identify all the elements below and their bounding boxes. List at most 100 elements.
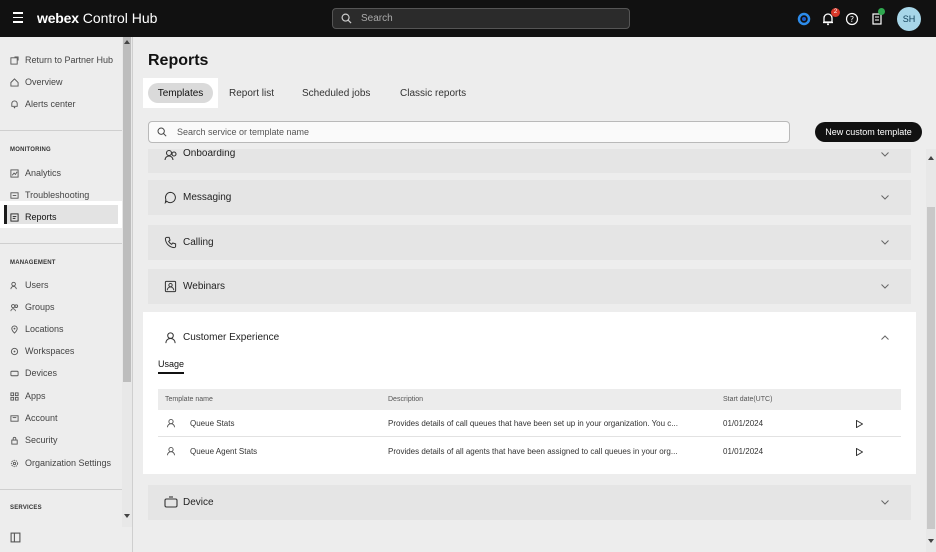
sidebar-item-return-to-partner-hub[interactable]: Return to Partner Hub [10, 52, 113, 68]
top-bar: webex Control Hub Search 2 ? SH [0, 0, 936, 37]
sidebar-divider [0, 130, 122, 131]
device-icon [164, 496, 178, 508]
sidebar-item-account[interactable]: Account [10, 410, 58, 426]
chevron-down-icon [881, 500, 889, 505]
main-content: Reports Templates Report list Scheduled … [133, 37, 936, 552]
tab-classic-reports[interactable]: Classic reports [400, 78, 466, 108]
scroll-up-icon[interactable] [928, 155, 934, 160]
template-description: Provides details of call queues that hav… [388, 419, 678, 428]
sidebar-divider [0, 243, 122, 244]
chevron-down-icon [881, 240, 889, 245]
template-description: Provides details of all agents that have… [388, 447, 678, 456]
customer-experience-icon [165, 332, 176, 344]
home-icon [10, 77, 19, 87]
search-icon [341, 13, 352, 24]
sidebar-heading-services: SERVICES [10, 505, 42, 511]
scroll-up-icon[interactable] [124, 39, 130, 44]
sidebar: Return to Partner Hub Overview Alerts ce… [0, 37, 133, 552]
column-template-name: Template name [165, 396, 213, 403]
account-icon [10, 414, 19, 422]
section-device[interactable]: Device [148, 485, 911, 520]
subtab-usage[interactable]: Usage [158, 359, 185, 374]
table-header: Template name Description Start date(UTC… [158, 389, 901, 410]
section-messaging[interactable]: Messaging [148, 180, 911, 215]
avatar[interactable]: SH [897, 7, 921, 31]
customer-experience-icon [166, 418, 176, 428]
sidebar-item-groups[interactable]: Groups [10, 299, 55, 315]
sidebar-heading-monitoring: MONITORING [10, 147, 51, 153]
troubleshooting-icon [10, 191, 19, 199]
run-report-icon[interactable] [856, 420, 863, 428]
new-custom-template-button[interactable]: New custom template [815, 122, 922, 142]
help-icon[interactable]: ? [845, 12, 859, 26]
chevron-down-icon [881, 152, 889, 157]
services-icon[interactable] [10, 532, 21, 543]
sidebar-item-alerts-center[interactable]: Alerts center [10, 96, 76, 112]
table-row[interactable]: Queue Agent Stats Provides details of al… [158, 438, 901, 465]
location-icon [11, 325, 18, 334]
onboarding-icon [164, 149, 177, 161]
status-badge [878, 8, 885, 15]
sidebar-item-reports[interactable]: Reports [10, 209, 57, 225]
tab-report-list[interactable]: Report list [229, 78, 274, 108]
table-row[interactable]: Queue Stats Provides details of call que… [158, 410, 901, 437]
message-icon [164, 191, 176, 204]
page-title: Reports [148, 52, 209, 69]
groups-icon [10, 303, 19, 311]
section-calling[interactable]: Calling [148, 225, 911, 260]
section-customer-experience-label[interactable]: Customer Experience [183, 332, 279, 343]
template-start-date: 01/01/2024 [723, 419, 764, 428]
analytics-icon [10, 168, 19, 178]
scroll-down-icon[interactable] [928, 539, 934, 544]
sidebar-scrollbar-thumb[interactable] [123, 37, 131, 382]
menu-icon[interactable] [13, 12, 23, 24]
sidebar-item-security[interactable]: Security [10, 432, 58, 448]
tab-templates[interactable]: Templates [143, 78, 218, 108]
brand-logo: webex Control Hub [37, 10, 158, 26]
external-link-icon [10, 55, 19, 65]
sidebar-item-overview[interactable]: Overview [10, 74, 63, 90]
main-scrollbar-thumb[interactable] [927, 207, 935, 529]
sidebar-item-organization-settings[interactable]: Organization Settings [10, 455, 111, 471]
section-customer-experience-highlight: Customer Experience Usage Template name … [143, 312, 916, 474]
chevron-down-icon [881, 284, 889, 289]
sidebar-item-users[interactable]: Users [10, 277, 49, 293]
workspace-icon [10, 347, 19, 355]
template-name: Queue Stats [190, 419, 235, 428]
customer-experience-icon [166, 446, 176, 456]
sidebar-item-devices[interactable]: Devices [10, 365, 57, 381]
column-start-date: Start date(UTC) [723, 396, 773, 403]
reports-icon [10, 212, 19, 222]
gear-icon [10, 459, 19, 467]
webex-app-icon[interactable] [797, 12, 811, 26]
bell-icon [11, 100, 18, 108]
template-start-date: 01/01/2024 [723, 447, 764, 456]
webinar-icon [164, 280, 177, 293]
sidebar-item-locations[interactable]: Locations [10, 321, 64, 337]
column-description: Description [388, 396, 424, 403]
template-name: Queue Agent Stats [190, 447, 258, 456]
notification-badge: 2 [831, 8, 840, 17]
sidebar-item-workspaces[interactable]: Workspaces [10, 343, 74, 359]
sidebar-heading-management: MANAGEMENT [10, 260, 56, 266]
lock-icon [11, 436, 18, 445]
scroll-down-icon[interactable] [124, 514, 130, 519]
apps-icon [10, 391, 19, 401]
sidebar-item-analytics[interactable]: Analytics [10, 165, 61, 181]
sidebar-divider [0, 489, 122, 490]
device-icon [10, 370, 19, 376]
section-webinars[interactable]: Webinars [148, 269, 911, 304]
section-customer-experience: Customer Experience Usage Template name … [148, 317, 911, 469]
section-onboarding[interactable]: Onboarding [148, 149, 911, 173]
phone-icon [164, 236, 177, 249]
template-search-input[interactable]: Search service or template name [148, 121, 790, 143]
chevron-down-icon [881, 195, 889, 200]
svg-text:?: ? [850, 15, 854, 24]
search-icon [157, 127, 167, 137]
user-icon [10, 281, 17, 289]
global-search-input[interactable]: Search [332, 8, 630, 29]
run-report-icon[interactable] [856, 448, 863, 456]
sidebar-item-apps[interactable]: Apps [10, 388, 46, 404]
tab-scheduled-jobs[interactable]: Scheduled jobs [302, 78, 370, 108]
chevron-up-icon[interactable] [881, 335, 889, 340]
